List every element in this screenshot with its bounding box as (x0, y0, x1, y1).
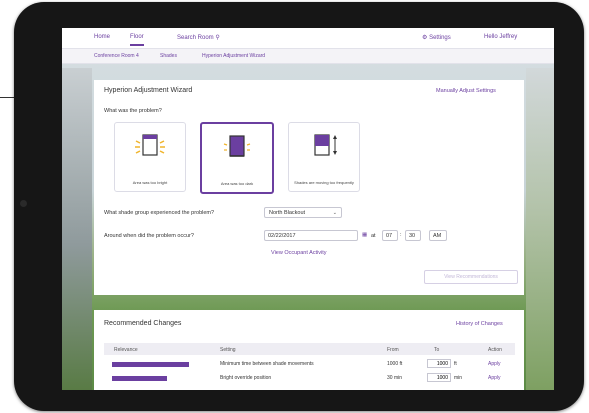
background-photo-right (526, 68, 554, 390)
minute-input[interactable]: 30 (405, 230, 421, 241)
column-header: To (434, 347, 440, 353)
hour-input[interactable]: 07 (382, 230, 398, 241)
chevron-down-icon: ⌄ (332, 210, 337, 216)
column-header: Setting (220, 347, 236, 353)
option-caption: Area was too dark (220, 181, 254, 186)
bright-sun-icon (135, 134, 165, 156)
shade-group-label: What shade group experienced the problem… (104, 210, 215, 216)
nav-user[interactable]: Hello Jeffrey (484, 34, 517, 40)
breadcrumb-item: Hyperion Adjustment Wizard (202, 53, 266, 59)
apply-button[interactable]: Apply (488, 361, 501, 367)
breadcrumb-item[interactable]: Conference Room 4 (94, 53, 139, 59)
to-input[interactable]: 1000 (427, 359, 451, 368)
changes-card: Recommended Changes History of Changes R… (94, 310, 524, 390)
app-screen: Home Floor Search Room ⚲ ⚙ Settings Hell… (62, 28, 554, 390)
problem-question: What was the problem? (104, 108, 162, 114)
moving-shade-icon (314, 134, 337, 156)
from-cell: 1000 ft (387, 361, 403, 367)
relevance-bar (112, 376, 167, 381)
occupant-activity-link[interactable]: View Occupant Activity (271, 250, 327, 256)
column-header: From (387, 347, 399, 353)
dark-shade-icon (223, 135, 251, 157)
changes-title: Recommended Changes (104, 320, 182, 327)
from-cell: 30 min (387, 375, 403, 381)
nav-settings-label: Settings (429, 35, 451, 41)
date-input[interactable]: 02/22/2017 (264, 230, 358, 241)
breadcrumb-item[interactable]: Shades (160, 53, 177, 59)
breadcrumb: Conference Room 4 Shades Hyperion Adjust… (62, 49, 554, 64)
at-label: at (371, 233, 376, 239)
wizard-title: Hyperion Adjustment Wizard (104, 87, 193, 94)
history-link[interactable]: History of Changes (456, 321, 503, 327)
option-caption: Shades are moving too frequently (294, 180, 354, 185)
column-header: Relevance (114, 347, 138, 353)
shade-group-value: North Blackout (269, 210, 306, 216)
gear-icon: ⚙ (422, 35, 428, 41)
setting-cell: Minimum time between shade movements (220, 361, 314, 367)
option-too-dark[interactable]: Area was too dark (200, 122, 274, 194)
search-icon: ⚲ (215, 35, 220, 41)
changes-table-header: Relevance Setting From To Action (104, 343, 515, 355)
nav-home[interactable]: Home (94, 34, 110, 40)
table-row: Minimum time between shade movements 100… (104, 358, 515, 370)
to-input[interactable]: 1000 (427, 373, 451, 382)
time-separator: : (400, 232, 402, 238)
camera-dot (20, 200, 27, 207)
option-too-bright[interactable]: Area was too bright (114, 122, 186, 192)
shade-group-select[interactable]: North Blackout ⌄ (264, 207, 342, 218)
column-header: Action (488, 347, 502, 353)
nav-search[interactable]: Search Room ⚲ (177, 34, 220, 41)
apply-button[interactable]: Apply (488, 375, 501, 381)
table-row: Bright override position 30 min 1000 min… (104, 372, 515, 384)
tablet-frame: Home Floor Search Room ⚲ ⚙ Settings Hell… (14, 2, 584, 411)
nav-floor[interactable]: Floor (130, 34, 144, 46)
ampm-select[interactable]: AM (429, 230, 447, 241)
nav-search-label: Search Room (177, 35, 214, 41)
option-moving-frequently[interactable]: Shades are moving too frequently (288, 122, 360, 192)
when-label: Around when did the problem occur? (104, 233, 194, 239)
wizard-card: Hyperion Adjustment Wizard Manually Adju… (94, 80, 524, 295)
unit-cell: ft (454, 361, 457, 367)
nav-settings[interactable]: ⚙ Settings (422, 34, 451, 41)
unit-cell: min (454, 375, 463, 381)
background-photo-left (62, 68, 92, 390)
top-nav: Home Floor Search Room ⚲ ⚙ Settings Hell… (62, 28, 554, 49)
manual-adjust-link[interactable]: Manually Adjust Settings (436, 88, 496, 94)
setting-cell: Bright override position (220, 375, 272, 381)
calendar-icon[interactable]: ▦ (362, 232, 367, 238)
view-recommendations-button[interactable]: View Recommendations (424, 270, 518, 284)
option-caption: Area was too bright (132, 180, 168, 185)
relevance-bar (112, 362, 189, 367)
